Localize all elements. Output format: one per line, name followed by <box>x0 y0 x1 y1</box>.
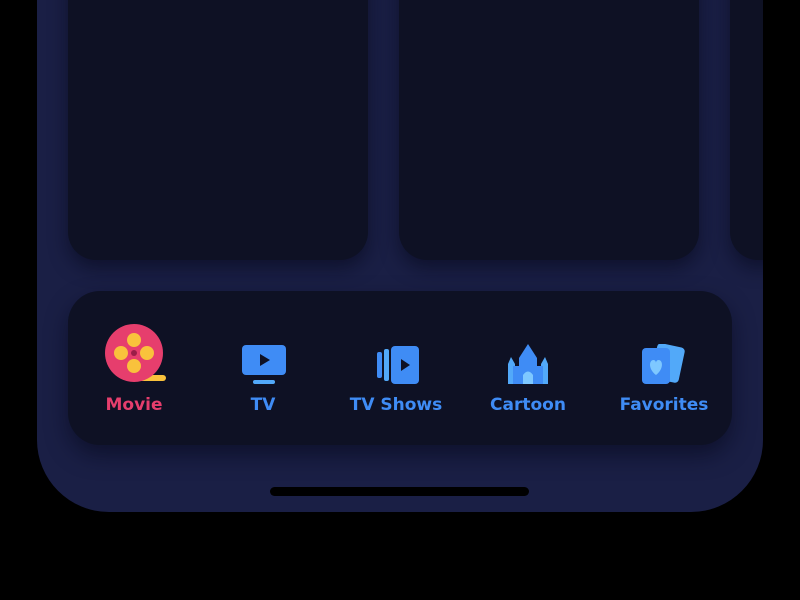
tab-cartoon[interactable]: Cartoon <box>488 291 568 445</box>
heart-cards-icon <box>642 344 685 384</box>
tv-shows-icon <box>377 346 419 384</box>
castle-icon <box>508 344 548 384</box>
tab-label: Cartoon <box>490 395 566 415</box>
tab-tv[interactable]: TV <box>238 291 288 445</box>
tab-label: Movie <box>105 395 163 415</box>
tab-tv-shows[interactable]: TV Shows <box>348 291 444 445</box>
home-indicator[interactable] <box>270 487 529 496</box>
content-card[interactable] <box>399 0 699 260</box>
tab-label: Favorites <box>619 395 709 415</box>
phone-frame: Movie TV TV Shows Cartoon Favorites <box>37 0 763 512</box>
tv-icon <box>242 345 286 384</box>
content-card[interactable] <box>730 0 763 260</box>
tab-bar: Movie TV TV Shows Cartoon Favorites <box>68 291 732 445</box>
tab-movie[interactable]: Movie <box>97 291 171 445</box>
content-card[interactable] <box>68 0 368 260</box>
tab-favorites[interactable]: Favorites <box>618 291 710 445</box>
tab-label: TV <box>250 395 276 415</box>
tab-label: TV Shows <box>349 395 443 415</box>
film-reel-icon <box>105 324 166 382</box>
